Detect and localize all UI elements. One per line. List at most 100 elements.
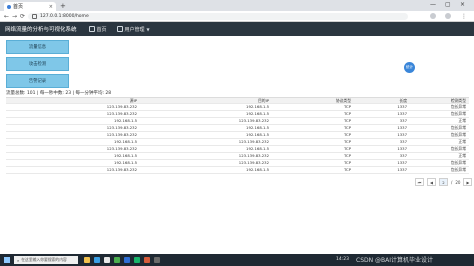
cell-dest-ip: 192.168.1.5 (246, 125, 269, 130)
taskbar-search-placeholder: 在这里输入你要搜索的内容 (21, 257, 67, 262)
taskbar-search-box[interactable]: ⌕ 在这里输入你要搜索的内容 (14, 256, 78, 264)
cell-source-ip: 123.139.83.232 (106, 132, 137, 137)
cell-source-ip: 123.139.83.232 (106, 125, 137, 130)
cell-protocol: TCP (343, 118, 351, 123)
browser-tab-strip: 首页 × + — ▢ × (0, 0, 474, 11)
new-tab-button[interactable]: + (60, 2, 66, 10)
table-body: 123.139.83.232 192.168.1.5 TCP 1337 包长异常 123.… (6, 104, 469, 174)
cell-source-ip: 192.168.1.5 (114, 160, 137, 165)
nav-item-home[interactable]: 首页 (88, 26, 107, 33)
extension-icon[interactable] (430, 13, 436, 19)
cell-detect-type: 正常 (458, 118, 466, 123)
cell-protocol: TCP (343, 132, 351, 137)
cell-detect-type: 包长异常 (450, 104, 466, 109)
minimize-button[interactable]: — (430, 1, 436, 9)
cell-source-ip: 123.139.83.232 (106, 167, 137, 172)
users-icon (116, 26, 123, 32)
favicon-icon (7, 4, 11, 9)
cell-detect-type: 正常 (458, 139, 466, 144)
alert-record-button[interactable]: 告警记录 (6, 74, 69, 88)
cell-dest-ip: 123.139.83.232 (238, 118, 269, 123)
attack-detect-button[interactable]: 攻击检测 (6, 57, 69, 71)
browser-menu-icon[interactable]: ⋮ (461, 12, 467, 21)
cell-protocol: TCP (343, 125, 351, 130)
prev-page-button[interactable]: ◀ (427, 178, 436, 186)
cell-dest-ip: 123.139.83.232 (238, 160, 269, 165)
table-row: 192.168.1.5 123.139.83.232 TCP 1337 包长异常 (6, 160, 469, 167)
cell-length: 1337 (397, 160, 407, 165)
cell-length: 1337 (397, 104, 407, 109)
cell-protocol: TCP (343, 146, 351, 151)
cell-protocol: TCP (343, 160, 351, 165)
next-page-button[interactable]: ▶ (463, 178, 473, 186)
cell-protocol: TCP (343, 153, 351, 158)
cell-dest-ip: 192.168.1.5 (246, 146, 269, 151)
column-header-detect-type[interactable]: 检测类型 (410, 98, 469, 103)
cell-dest-ip: 192.168.1.5 (246, 167, 269, 172)
cell-length: 1337 (397, 125, 407, 130)
vscode-icon[interactable] (124, 257, 130, 263)
column-header-source-ip[interactable]: 源IP (6, 98, 140, 103)
table-row: 123.139.83.232 192.168.1.5 TCP 1337 包长异常 (6, 111, 469, 118)
column-header-protocol[interactable]: 协议类型 (272, 98, 354, 103)
table-row: 192.168.1.5 123.139.83.232 TCP 337 正常 (6, 153, 469, 160)
stats-fab-button[interactable]: 统计 (404, 62, 415, 73)
back-icon[interactable]: ← (4, 12, 9, 21)
cell-detect-type: 包长异常 (450, 125, 466, 130)
tab-title: 首页 (13, 4, 24, 10)
cell-length: 1337 (397, 132, 407, 137)
cell-source-ip: 192.168.1.5 (114, 153, 137, 158)
tray-clock-time[interactable]: 14:23 (336, 257, 349, 262)
current-page-input[interactable]: 2 (439, 178, 448, 186)
cell-source-ip: 192.168.1.5 (114, 139, 137, 144)
windows-start-icon[interactable] (4, 257, 10, 263)
search-icon: ⌕ (17, 257, 20, 263)
total-pages: 20 (455, 179, 461, 185)
reload-icon[interactable]: ⟳ (20, 12, 25, 21)
traffic-stats-text: 流量总数: 101 | 每一秒中数: 23 | 每一分钟平均: 28 (6, 91, 112, 96)
address-url: 127.0.0.1:8000/home (40, 14, 89, 19)
maximize-button[interactable]: ▢ (445, 1, 451, 9)
nav-item-user-management[interactable]: 用户管理 ▼ (116, 26, 150, 33)
cell-protocol: TCP (343, 139, 351, 144)
cell-dest-ip: 192.168.1.5 (246, 104, 269, 109)
pycharm-icon[interactable] (134, 257, 140, 263)
chrome-icon[interactable] (114, 257, 120, 263)
cell-source-ip: 123.139.83.232 (106, 111, 137, 116)
browser-tab[interactable]: 首页 × (4, 2, 56, 11)
cell-length: 1337 (397, 146, 407, 151)
cell-source-ip: 123.139.83.232 (106, 146, 137, 151)
column-header-length[interactable]: 长度 (354, 98, 410, 103)
cell-source-ip: 192.168.1.5 (114, 118, 137, 123)
traffic-info-button[interactable]: 流量信息 (6, 40, 69, 54)
cell-length: 337 (399, 139, 407, 144)
cell-source-ip: 123.139.83.232 (106, 104, 137, 109)
cell-length: 337 (399, 153, 407, 158)
terminal-icon[interactable] (154, 257, 160, 263)
forward-icon[interactable]: → (12, 12, 17, 21)
table-row: 123.139.83.232 192.168.1.5 TCP 1337 包长异常 (6, 104, 469, 111)
window-close-button[interactable]: × (460, 1, 465, 9)
site-info-icon[interactable] (32, 14, 37, 19)
cell-protocol: TCP (343, 111, 351, 116)
profile-avatar-icon[interactable] (445, 13, 451, 19)
table-row: 123.139.83.232 192.168.1.5 TCP 1337 包长异常 (6, 167, 469, 174)
address-bar[interactable]: 127.0.0.1:8000/home (28, 13, 408, 20)
app-icon[interactable] (144, 257, 150, 263)
file-explorer-icon[interactable] (84, 257, 90, 263)
tab-close-icon[interactable]: × (49, 4, 53, 10)
cell-detect-type: 包长异常 (450, 160, 466, 165)
nav-user-management-label: 用户管理 (124, 26, 145, 33)
cell-dest-ip: 192.168.1.5 (246, 132, 269, 137)
app-title: 网络流量的分析与可视化系统 (5, 27, 77, 33)
table-row: 123.139.83.232 192.168.1.5 TCP 1337 包长异常 (6, 125, 469, 132)
cell-detect-type: 包长异常 (450, 146, 466, 151)
store-icon[interactable] (104, 257, 110, 263)
first-page-button[interactable]: ⏮ (415, 178, 424, 186)
column-header-dest-ip[interactable]: 目的IP (140, 98, 272, 103)
table-row: 192.168.1.5 123.139.83.232 TCP 337 正常 (6, 118, 469, 125)
cell-dest-ip: 123.139.83.232 (238, 153, 269, 158)
edge-browser-icon[interactable] (94, 257, 100, 263)
cell-protocol: TCP (343, 104, 351, 109)
table-row: 192.168.1.5 123.139.83.232 TCP 337 正常 (6, 139, 469, 146)
